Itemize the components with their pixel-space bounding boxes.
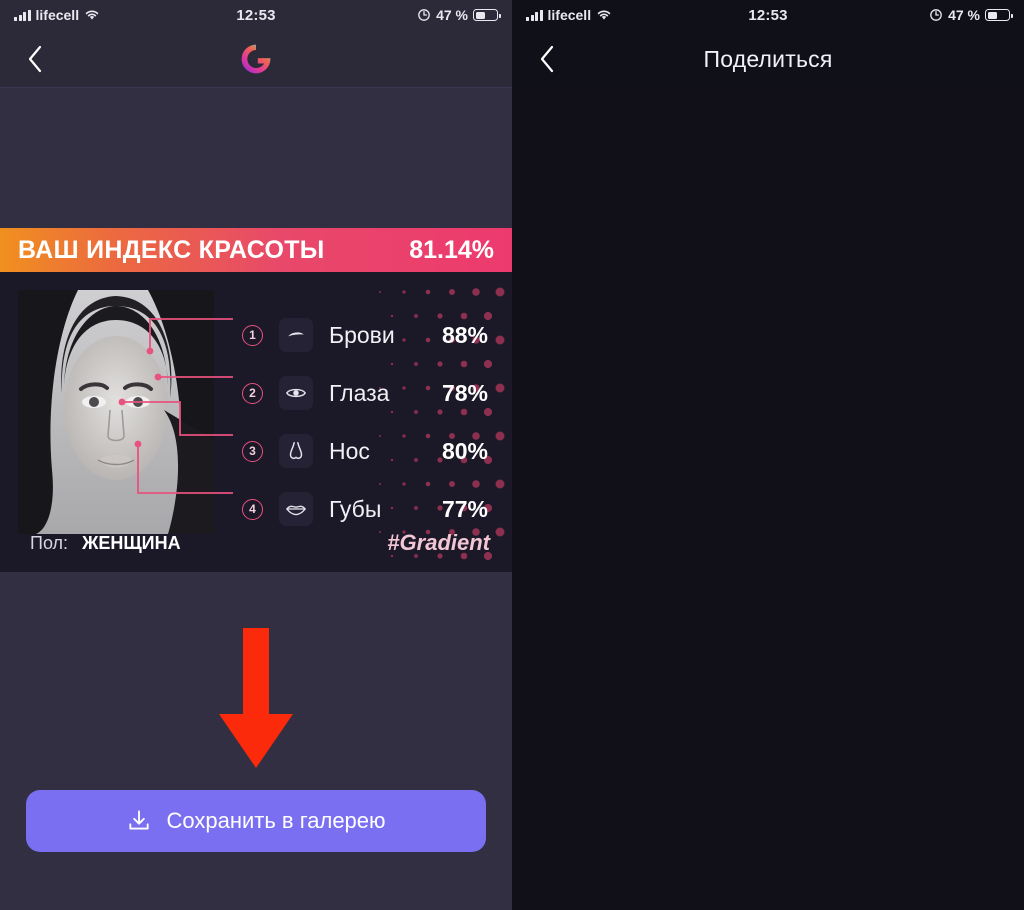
card-body-left: 1 Брови 88% 2 Глаза 78% 3 Нос 80% 4 Губы… xyxy=(0,272,512,572)
battery-percent-label: 47 % xyxy=(948,7,980,23)
metric-number-badge: 4 xyxy=(242,498,263,520)
gradient-g-logo-icon xyxy=(241,44,271,73)
card-title-left: ВАШ ИНДЕКС КРАСОТЫ xyxy=(18,235,325,264)
location-icon xyxy=(930,9,942,21)
metric-row: 1 Брови 88% xyxy=(220,306,488,364)
right-phone-screen: lifecell 12:53 47 % Поделиться xyxy=(512,0,1024,910)
gender-info-left: Пол: ЖЕНЩИНА xyxy=(30,533,181,554)
battery-icon xyxy=(985,9,1013,21)
red-down-arrow-annotation xyxy=(219,628,293,768)
battery-icon xyxy=(473,9,501,21)
metric-number-badge: 3 xyxy=(242,440,263,462)
battery-percent-label: 47 % xyxy=(436,7,468,23)
app-logo-container xyxy=(0,41,512,77)
face-portrait-image xyxy=(18,290,214,534)
gender-key-label: Пол: xyxy=(30,533,69,553)
status-bar-right: lifecell 12:53 47 % xyxy=(512,0,1024,30)
gender-value-label: ЖЕНЩИНА xyxy=(82,533,181,553)
chevron-left-icon xyxy=(540,45,554,73)
metric-row: 3 Нос 80% xyxy=(220,422,488,480)
back-button-right[interactable] xyxy=(530,42,564,76)
nose-icon xyxy=(279,434,313,468)
location-icon xyxy=(418,9,430,21)
download-icon xyxy=(129,810,150,830)
save-button-label: Сохранить в галерею xyxy=(166,808,386,833)
card-score-left: 81.14% xyxy=(409,235,494,264)
lips-icon xyxy=(279,492,313,526)
analyzed-face-photo-left xyxy=(18,290,214,534)
status-bar-battery-group: 47 % xyxy=(929,7,1013,23)
eyebrow-icon xyxy=(279,318,313,352)
metric-number-badge: 2 xyxy=(242,382,263,404)
metric-value: 80% xyxy=(441,437,488,464)
card-hashtag-left: #Gradient xyxy=(387,530,490,555)
metric-value: 88% xyxy=(441,321,488,348)
status-bar-battery-group: 47 % xyxy=(417,7,501,23)
metric-row: 2 Глаза 78% xyxy=(220,364,488,422)
status-bar-left: lifecell 12:53 47 % xyxy=(0,0,512,30)
metric-value: 77% xyxy=(441,495,488,522)
metric-label: Глаза xyxy=(329,379,390,406)
eye-icon xyxy=(279,376,313,410)
metric-label: Губы xyxy=(329,495,382,522)
metrics-list-left: 1 Брови 88% 2 Глаза 78% 3 Нос 80% 4 Губы… xyxy=(214,272,512,572)
left-phone-screen: lifecell 12:53 47 % ВАШ ИНДЕКС КРАСОТЫ 8… xyxy=(0,0,512,910)
metric-label: Брови xyxy=(329,321,395,348)
card-header-left: ВАШ ИНДЕКС КРАСОТЫ 81.14% xyxy=(0,228,512,272)
nav-bar-left xyxy=(0,30,512,88)
save-to-gallery-button[interactable]: Сохранить в галерею xyxy=(26,790,486,852)
beauty-index-card-left: ВАШ ИНДЕКС КРАСОТЫ 81.14% 1 Брови 88% 2 … xyxy=(0,228,512,572)
metric-label: Нос xyxy=(329,437,370,464)
metric-value: 78% xyxy=(441,379,488,406)
metric-number-badge: 1 xyxy=(242,324,263,346)
dual-screenshot-comparison: lifecell 12:53 47 % ВАШ ИНДЕКС КРАСОТЫ 8… xyxy=(0,0,1024,910)
nav-bar-right: Поделиться xyxy=(512,30,1024,88)
page-title: Поделиться xyxy=(703,45,833,72)
